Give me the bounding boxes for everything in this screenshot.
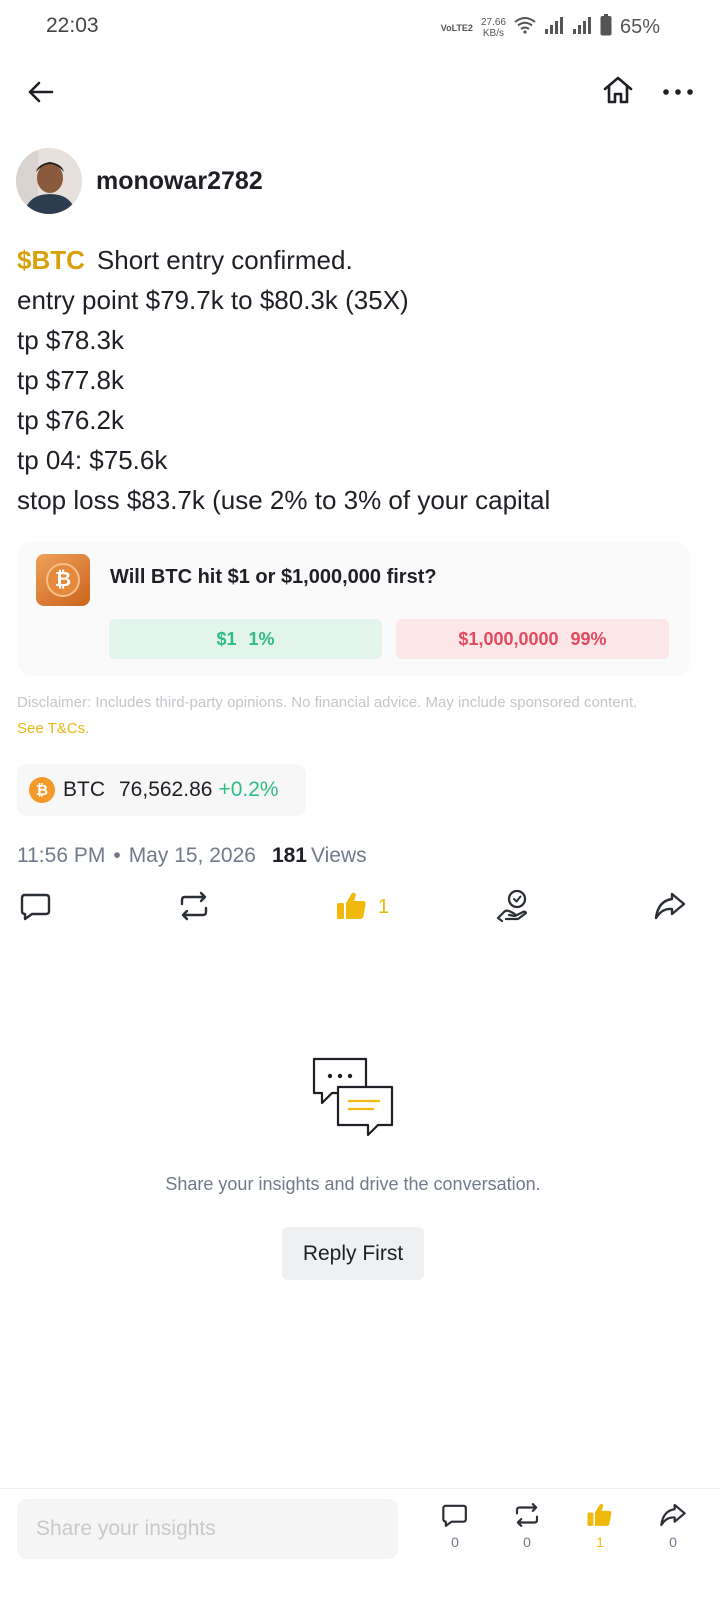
poll-option-b-percent: 99% (570, 628, 607, 649)
views-count: 181 (271, 844, 307, 867)
poll-option-b[interactable]: $1,000,0000 99% (396, 619, 669, 659)
share-count: 0 (669, 1534, 677, 1550)
terms-link[interactable]: See T&Cs. (17, 720, 89, 737)
bitcoin-poll-icon: ₿ (36, 554, 90, 606)
poll-question: Will BTC hit $1 or $1,000,000 first? (110, 566, 437, 588)
thumbs-up-icon[interactable] (578, 1500, 622, 1530)
post-line: tp $76.2k (17, 405, 124, 435)
bitcoin-icon: ₿ (29, 777, 55, 803)
post-date: May 15, 2026 (128, 844, 256, 867)
more-dots-icon[interactable] (660, 74, 696, 110)
post-headline-line: $BTC Short entry confirmed. (17, 240, 707, 280)
like-count: 1 (596, 1534, 604, 1550)
coin-price-chip[interactable]: ₿ BTC 76,562.86 +0.2% (17, 764, 306, 816)
poll-card: ₿ Will BTC hit $1 or $1,000,000 first? $… (18, 542, 690, 676)
post-headline: Short entry confirmed. (96, 245, 353, 275)
signal-icon (572, 16, 592, 39)
status-bar: 22:03 VoLTE2 27.66 KB/s 65% (0, 0, 720, 56)
empty-state-message: Share your insights and drive the conver… (165, 1174, 541, 1194)
battery-icon (600, 14, 612, 41)
post-line: tp $77.8k (17, 365, 124, 395)
poll-option-a[interactable]: $1 1% (109, 619, 382, 659)
wifi-icon (514, 16, 536, 39)
thumbs-up-icon[interactable] (334, 888, 374, 928)
post-time: 11:56 PM (17, 844, 106, 867)
comment-icon[interactable] (18, 888, 58, 928)
arrow-left-icon[interactable] (24, 74, 60, 110)
post-line: tp $78.3k (17, 325, 124, 355)
disclaimer: Disclaimer: Includes third-party opinion… (17, 690, 657, 742)
status-indicators: VoLTE2 27.66 KB/s 65% (441, 14, 660, 41)
coin-symbol: BTC (63, 778, 105, 801)
network-speed: 27.66 KB/s (481, 17, 506, 39)
repost-icon[interactable] (176, 888, 216, 928)
tip-icon[interactable] (494, 888, 534, 928)
repost-count: 0 (523, 1534, 531, 1550)
network-speed-value: 27.66 (480, 16, 506, 28)
comment-icon[interactable] (433, 1500, 477, 1530)
chat-bubbles-icon (310, 1055, 396, 1141)
share-icon[interactable] (651, 1500, 695, 1530)
battery-percent: 65% (619, 16, 660, 38)
author-username[interactable]: monowar2782 (96, 167, 263, 196)
bottom-share[interactable]: 0 (651, 1500, 695, 1560)
repost-icon[interactable] (505, 1500, 549, 1530)
status-time: 22:03 (46, 14, 99, 37)
share-icon[interactable] (652, 888, 692, 928)
bottom-like[interactable]: 1 (578, 1500, 622, 1560)
poll-option-b-label: $1,000,0000 (458, 628, 559, 649)
bottom-repost[interactable]: 0 (505, 1500, 549, 1560)
post-line: tp 04: $75.6k (17, 445, 168, 475)
poll-option-a-label: $1 (216, 628, 237, 649)
bottom-divider (0, 1488, 720, 1489)
like-count: 1 (378, 896, 390, 918)
views-label: Views (311, 844, 367, 867)
avatar[interactable] (16, 148, 82, 214)
home-icon[interactable] (600, 72, 636, 108)
network-speed-unit: KB/s (482, 27, 505, 39)
disclaimer-text: Disclaimer: Includes third-party opinion… (17, 694, 638, 711)
reply-first-button[interactable]: Reply First (282, 1227, 424, 1280)
post-content: $BTC Short entry confirmed. entry point $… (17, 240, 707, 520)
bottom-comment[interactable]: 0 (433, 1500, 477, 1560)
coin-change: +0.2% (218, 778, 279, 801)
post-line: entry point $79.7k to $80.3k (35X) (17, 285, 409, 315)
comment-count: 0 (451, 1534, 459, 1550)
post-author[interactable]: monowar2782 (16, 148, 263, 214)
insight-input[interactable] (17, 1499, 398, 1559)
post-actions: 1 (0, 888, 720, 932)
coin-price: 76,562.86 (119, 778, 213, 801)
post-meta: 11:56 PM • May 15, 2026 181 Views (17, 844, 367, 868)
bitcoin-coin-icon: ₿ (46, 563, 80, 597)
top-nav (0, 66, 720, 114)
bottom-action-bar: 0 0 1 0 (0, 1490, 720, 1600)
volte-indicator: VoLTE2 (440, 22, 473, 33)
poll-option-a-percent: 1% (248, 628, 275, 649)
signal-icon (544, 16, 564, 39)
ticker-tag[interactable]: $BTC (17, 245, 85, 275)
meta-separator: • (113, 844, 121, 867)
post-line: stop loss $83.7k (use 2% to 3% of your c… (17, 485, 551, 515)
